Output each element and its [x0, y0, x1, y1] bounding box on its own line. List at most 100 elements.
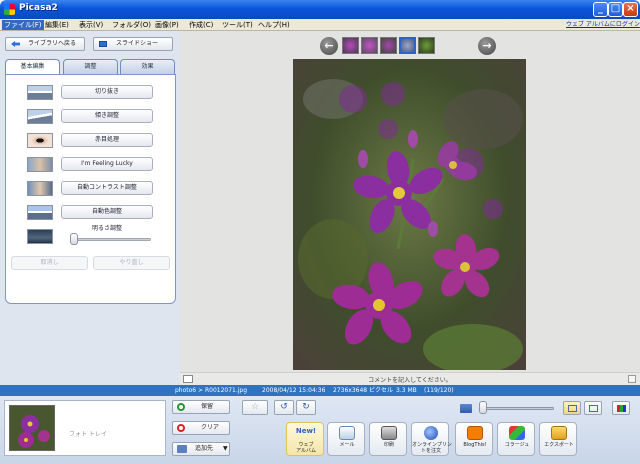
menu-folder[interactable]: フォルダ(O) [110, 20, 153, 30]
chevron-down-icon: ▼ [223, 445, 228, 452]
fill-light-preview-icon [27, 229, 53, 244]
tab-effects[interactable]: 効果 [120, 59, 175, 74]
edit-tabs: 基本編集 調整 効果 [5, 59, 176, 75]
web-album-login-link[interactable]: ウェブ アルバムにログイン [566, 20, 640, 30]
crop-button[interactable]: 切り抜き [61, 85, 153, 99]
blogthis-button[interactable]: BlogThis! [455, 422, 493, 456]
collage-button[interactable]: コラージュ [497, 422, 535, 456]
maximize-button[interactable]: □ [608, 2, 623, 17]
single-view-icon [568, 405, 577, 412]
status-dimensions: 2736x3648 ピクセル [333, 387, 393, 394]
film-thumb[interactable] [361, 37, 378, 54]
straighten-preview-icon [27, 109, 53, 124]
fill-light-slider-track[interactable] [71, 238, 151, 241]
primrose-flower-photo [293, 59, 526, 370]
film-thumb[interactable] [380, 37, 397, 54]
tab-tuning[interactable]: 調整 [63, 59, 118, 74]
order-prints-button[interactable]: オンラインプリン トを注文 [411, 422, 452, 456]
zoom-photo-icon [460, 404, 472, 413]
tray-photo-thumbnail[interactable] [9, 405, 55, 451]
menu-tools[interactable]: ツール(T) [220, 20, 255, 30]
next-photo-button[interactable]: → [478, 37, 496, 55]
basic-fixes-panel: 切り抜き 傾き調整 赤目処理 I'm Feeling Lucky 自動コントラス… [5, 74, 176, 304]
straighten-button[interactable]: 傾き調整 [61, 109, 153, 123]
email-button[interactable]: メール [327, 422, 365, 456]
compare-view-icon [589, 405, 598, 412]
star-button[interactable]: ☆ [242, 400, 268, 415]
add-to-button[interactable]: 追加先 ▼ [172, 442, 230, 456]
photo-tray-label: フォト トレイ [69, 431, 107, 438]
caption-input[interactable]: コメントを記入してください。 [180, 375, 640, 384]
slideshow-button[interactable]: スライドショー [93, 37, 173, 51]
export-button[interactable]: エクスポート [539, 422, 577, 456]
rotate-right-button[interactable]: ↻ [296, 400, 316, 415]
album-icon [177, 445, 187, 453]
edit-panel: ライブラリへ戻る スライドショー 基本編集 調整 効果 切り抜き 傾き調整 赤目… [0, 31, 180, 385]
photo-viewer: ← → コメントを記入してください。 [180, 31, 640, 385]
status-size: 3.3 MB [396, 387, 417, 394]
auto-contrast-preview-icon [27, 181, 53, 196]
menu-create[interactable]: 作成(C) [187, 20, 215, 30]
status-bar: photo6 > R0012071.jpg 2008/04/12 15:04:3… [0, 385, 640, 396]
blogger-icon [467, 426, 483, 440]
compare-view-button[interactable] [584, 401, 602, 415]
menu-help[interactable]: ヘルプ(H) [256, 20, 292, 30]
hold-button[interactable]: 保留 [172, 400, 230, 414]
title-bar: Picasa2 _ □ × [0, 0, 640, 19]
globe-icon [424, 426, 438, 440]
undo-button[interactable]: 取消し [11, 256, 88, 270]
picasa-logo-icon [4, 4, 15, 15]
status-position: (119/120) [424, 387, 454, 394]
rotate-left-button[interactable]: ↺ [274, 400, 294, 415]
status-datetime: 2008/04/12 15:04:36 [262, 387, 326, 394]
fill-light-label: 明るさ調整 [91, 225, 122, 232]
hold-icon [177, 403, 185, 411]
menu-picture[interactable]: 画像(P) [153, 20, 181, 30]
caption-options-icon[interactable] [628, 375, 636, 383]
single-view-button[interactable] [563, 401, 581, 415]
menu-file[interactable]: ファイル(F) [2, 20, 44, 30]
menu-view[interactable]: 表示(V) [77, 20, 105, 30]
folder-icon [551, 426, 567, 440]
auto-color-preview-icon [27, 205, 53, 220]
film-thumb[interactable] [342, 37, 359, 54]
new-badge-icon: New! [295, 427, 317, 435]
collage-icon [509, 426, 525, 440]
photo-tray: フォト トレイ [4, 400, 166, 456]
minimize-button[interactable]: _ [593, 2, 608, 17]
redeye-preview-icon [27, 133, 53, 148]
status-path: photo6 > R0012071.jpg [175, 387, 248, 394]
auto-contrast-button[interactable]: 自動コントラスト調整 [61, 181, 153, 195]
back-arrow-icon [11, 41, 20, 47]
mail-icon [339, 426, 355, 440]
film-thumb-selected[interactable] [399, 37, 416, 54]
back-to-library-button[interactable]: ライブラリへ戻る [5, 37, 85, 51]
window-title: Picasa2 [19, 3, 58, 13]
crop-preview-icon [27, 85, 53, 100]
picasa-window: Picasa2 _ □ × ファイル(F) 編集(E) 表示(V) フォルダ(O… [0, 0, 640, 464]
main-photo[interactable] [293, 59, 526, 370]
previous-photo-button[interactable]: ← [320, 37, 338, 55]
menu-bar: ファイル(F) 編集(E) 表示(V) フォルダ(O) 画像(P) 作成(C) … [0, 19, 640, 31]
printer-icon [381, 426, 397, 440]
close-button[interactable]: × [623, 2, 638, 17]
print-button[interactable]: 印刷 [369, 422, 407, 456]
film-thumb[interactable] [418, 37, 435, 54]
zoom-slider-knob[interactable] [479, 401, 487, 414]
clear-button[interactable]: クリア [172, 421, 230, 435]
zoom-slider-track[interactable] [484, 407, 554, 410]
slideshow-icon [99, 41, 107, 47]
auto-color-button[interactable]: 自動色調整 [61, 205, 153, 219]
redeye-button[interactable]: 赤目処理 [61, 133, 153, 147]
clear-icon [177, 424, 185, 432]
color-histogram-button[interactable] [612, 401, 630, 415]
menu-edit[interactable]: 編集(E) [43, 20, 71, 30]
lucky-preview-icon [27, 157, 53, 172]
photo-tray-area: フォト トレイ 保留 クリア 追加先 ▼ ☆ ↺ ↻ New! ウェブ アルバム… [0, 396, 640, 464]
tray-thumb-image [10, 406, 54, 450]
feeling-lucky-button[interactable]: I'm Feeling Lucky [61, 157, 153, 171]
web-album-button[interactable]: New! ウェブ アルバム [286, 422, 324, 456]
tab-basic-fixes[interactable]: 基本編集 [5, 59, 60, 75]
fill-light-slider-knob[interactable] [70, 233, 78, 245]
redo-button[interactable]: やり直し [93, 256, 170, 270]
